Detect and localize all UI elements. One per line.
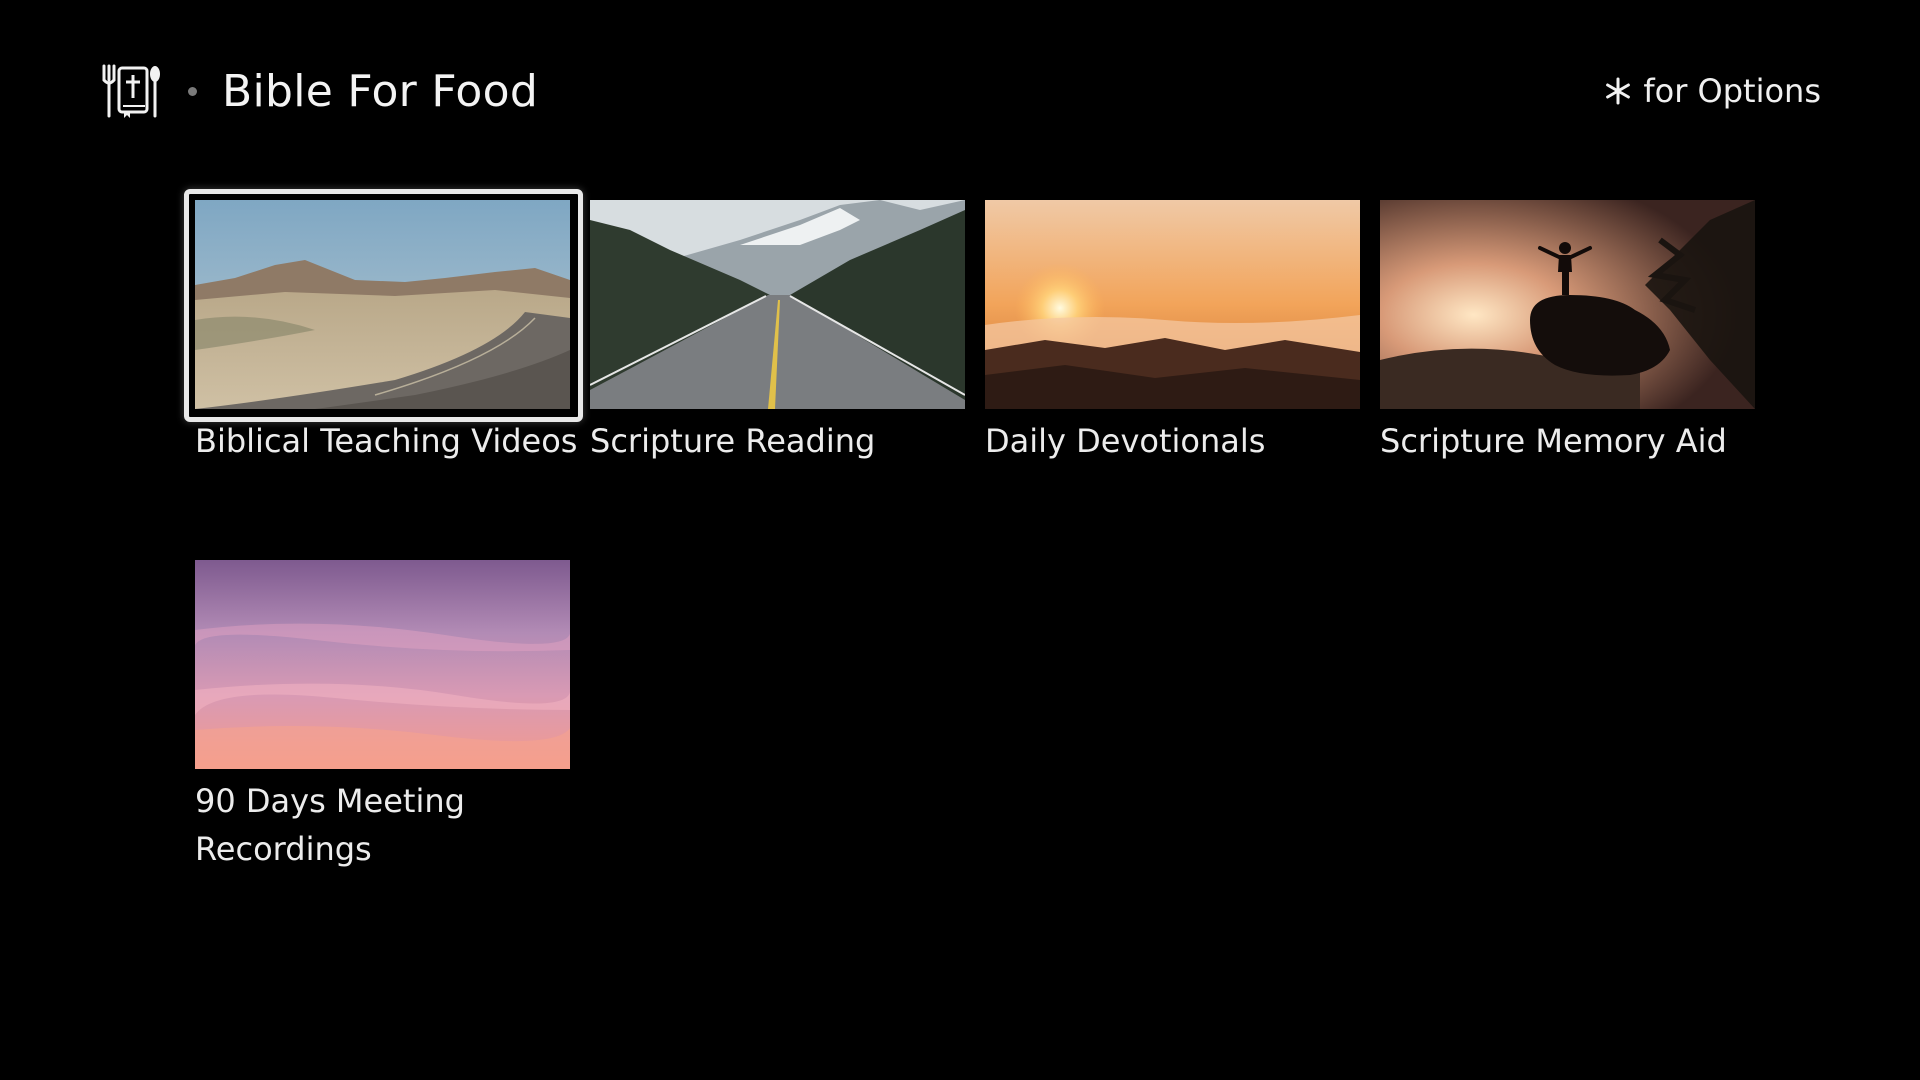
thumbnail-silhouette-on-rock [1380,200,1755,409]
tile-biblical-teaching-videos[interactable]: Biblical Teaching Videos [184,189,583,465]
app-title: Bible For Food [222,66,539,117]
home-screen: Bible For Food for Options Biblical Teac… [0,0,1920,1080]
tile-90-days-meeting-recordings[interactable]: 90 Days Meeting Recordings [195,560,570,873]
header: Bible For Food for Options [0,0,1920,180]
thumbnail-mountain-highway [590,200,965,409]
options-hint-text: for Options [1643,72,1821,110]
thumbnail-pink-sky [195,560,570,769]
tile-label: Scripture Reading [590,422,876,460]
tile-label: Daily Devotionals [985,422,1266,460]
asterisk-icon [1606,77,1631,105]
tile-scripture-reading[interactable]: Scripture Reading [590,200,965,465]
thumbnail-desert-road [195,200,570,409]
tile-label: Scripture Memory Aid [1380,422,1727,460]
tile-daily-devotionals[interactable]: Daily Devotionals [985,200,1360,465]
thumbnail-sunrise-above-clouds [985,200,1360,409]
tile-label: Biblical Teaching Videos [195,422,578,460]
tile-label: 90 Days Meeting Recordings [195,782,465,868]
options-hint[interactable]: for Options [1603,68,1821,114]
bible-fork-spoon-icon [100,62,162,120]
tile-scripture-memory-aid[interactable]: Scripture Memory Aid [1380,200,1755,465]
separator-dot [188,87,197,96]
